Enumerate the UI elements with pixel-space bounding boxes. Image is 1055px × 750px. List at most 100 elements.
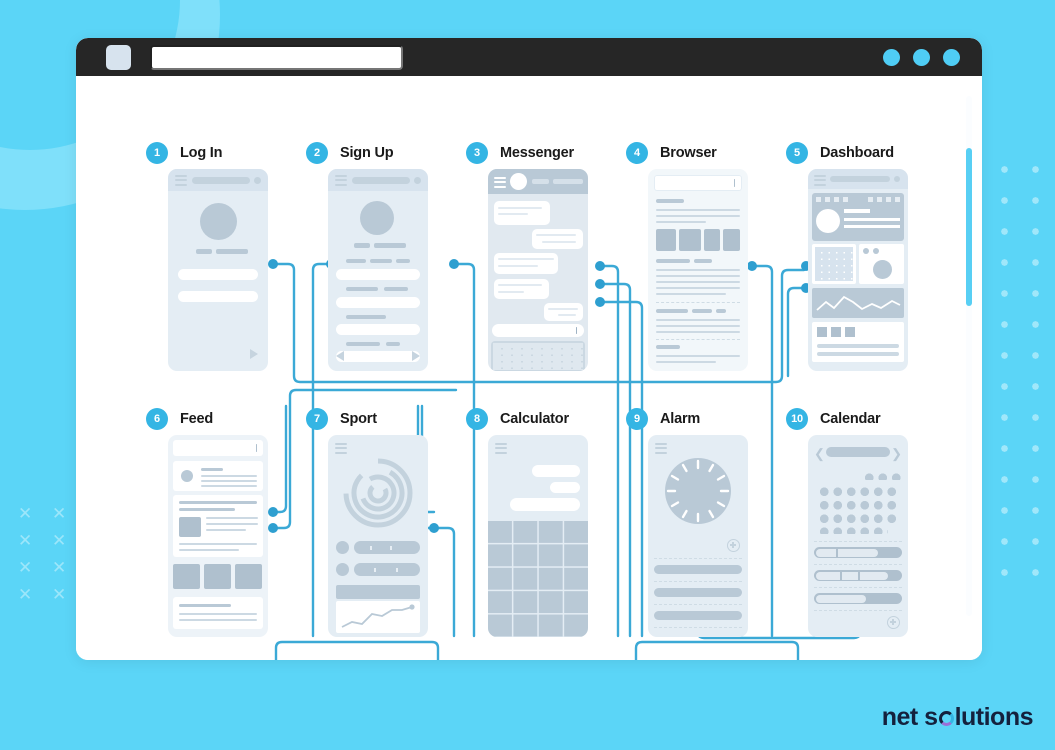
- phone-mockup-sign-up: [328, 169, 428, 371]
- screen-title: Dashboard: [820, 145, 894, 161]
- screen-badge-number: 4: [626, 142, 648, 164]
- phone-mockup-alarm: [648, 435, 748, 637]
- dashboard-grid-widget: [812, 244, 856, 284]
- month-label: [826, 447, 890, 457]
- window-control-maximize-icon[interactable]: [913, 48, 930, 66]
- screen-title: Browser: [660, 145, 717, 161]
- message-bubble-outgoing: [544, 303, 583, 321]
- next-arrow-icon[interactable]: [250, 349, 258, 359]
- screen-header: 6 Feed: [146, 407, 213, 431]
- screen-badge-number: 9: [626, 408, 648, 430]
- screen-badge-number: 7: [306, 408, 328, 430]
- activity-rings-chart: [343, 458, 413, 528]
- calc-display-result: [510, 498, 580, 511]
- screen-title: Calculator: [500, 411, 569, 427]
- screen-header: 8 Calculator: [466, 407, 569, 431]
- screen-title: Sport: [340, 411, 377, 427]
- input-field-placeholder[interactable]: [336, 351, 420, 362]
- screen-title: Messenger: [500, 145, 574, 161]
- alarm-row[interactable]: [654, 588, 742, 597]
- event-row[interactable]: [814, 570, 902, 581]
- clock-face-icon: [665, 458, 731, 524]
- screen-card-browser[interactable]: 4 Browser: [626, 141, 748, 371]
- phone-mockup-log-in: [168, 169, 268, 371]
- feed-item[interactable]: [173, 461, 263, 491]
- screen-card-dashboard[interactable]: 5 Dashboard: [786, 141, 908, 371]
- screen-badge-number: 1: [146, 142, 168, 164]
- screen-card-alarm[interactable]: 9 Alarm: [626, 407, 748, 637]
- browser-window: 1 Log In 2 Sign Up 3 Messenger 4 Browser…: [76, 38, 982, 660]
- add-alarm-button[interactable]: [727, 539, 740, 552]
- hamburger-menu-icon[interactable]: [335, 175, 347, 188]
- prev-month-icon[interactable]: ❮: [814, 447, 825, 460]
- vertical-scrollbar[interactable]: [966, 96, 972, 616]
- address-bar[interactable]: [654, 175, 742, 191]
- contact-avatar: [510, 173, 527, 190]
- alarm-row[interactable]: [654, 611, 742, 620]
- input-field-placeholder[interactable]: [178, 291, 258, 302]
- feed-gallery-row[interactable]: [173, 561, 263, 593]
- next-arrow-icon[interactable]: [412, 351, 420, 361]
- hamburger-menu-icon[interactable]: [175, 175, 187, 188]
- sport-line-chart: [336, 601, 420, 633]
- screen-card-calendar[interactable]: 10 Calendar ❮ ❯: [786, 407, 908, 637]
- screen-card-messenger[interactable]: 3 Messenger: [466, 141, 588, 371]
- window-control-close-icon[interactable]: [943, 48, 960, 66]
- keyboard[interactable]: [491, 341, 585, 371]
- window-controls: [883, 38, 960, 76]
- screen-card-log-in[interactable]: 1 Log In: [146, 141, 268, 371]
- alarm-row[interactable]: [654, 565, 742, 574]
- screen-header: 7 Sport: [306, 407, 377, 431]
- screen-card-sport[interactable]: 7 Sport: [306, 407, 428, 637]
- event-row[interactable]: [814, 593, 902, 604]
- screen-header: 5 Dashboard: [786, 141, 894, 165]
- screen-header: 1 Log In: [146, 141, 222, 165]
- message-input-field[interactable]: [492, 324, 584, 337]
- screen-header: 3 Messenger: [466, 141, 574, 165]
- page-background: ✕ ✕ ✕ ✕ ✕ ✕ ✕ ✕ 1 Log In 2 Sign Up 3 Mes…: [0, 0, 1055, 750]
- screen-title: Alarm: [660, 411, 701, 427]
- dashboard-hero-card: [812, 193, 904, 241]
- back-arrow-icon[interactable]: [336, 351, 344, 361]
- calculator-keypad[interactable]: [488, 521, 588, 637]
- screen-card-sign-up[interactable]: 2 Sign Up: [306, 141, 428, 371]
- brand-logo-text-part1: net s: [881, 703, 938, 731]
- calc-display-row: [532, 465, 580, 477]
- feed-item[interactable]: [173, 597, 263, 629]
- calendar-day-grid[interactable]: [815, 471, 901, 534]
- screen-badge-number: 6: [146, 408, 168, 430]
- input-field-placeholder[interactable]: [336, 269, 420, 280]
- add-event-button[interactable]: [887, 616, 900, 629]
- dashboard-line-chart: [812, 288, 904, 318]
- phone-mockup-calculator: [488, 435, 588, 637]
- input-field-placeholder[interactable]: [336, 297, 420, 308]
- input-field-placeholder[interactable]: [336, 324, 420, 335]
- input-field-placeholder[interactable]: [178, 269, 258, 280]
- message-bubble-incoming: [494, 279, 549, 299]
- decor-dot-grid-right: [985, 150, 1047, 590]
- feed-item[interactable]: [173, 495, 263, 557]
- message-bubble-outgoing: [532, 229, 583, 249]
- screen-header: 9 Alarm: [626, 407, 700, 431]
- brand-logo-o-mark: [938, 711, 954, 726]
- screen-card-feed[interactable]: 6 Feed: [146, 407, 268, 637]
- hamburger-menu-icon[interactable]: [494, 177, 506, 190]
- scrollbar-thumb[interactable]: [966, 148, 972, 306]
- screen-card-calculator[interactable]: 8 Calculator: [466, 407, 588, 637]
- phone-mockup-calendar: ❮ ❯: [808, 435, 908, 637]
- tab-square-icon[interactable]: [106, 44, 131, 70]
- event-row[interactable]: [814, 547, 902, 558]
- screen-badge-number: 5: [786, 142, 808, 164]
- screen-badge-number: 8: [466, 408, 488, 430]
- dashboard-chart-widget: [859, 244, 904, 284]
- address-bar-input[interactable]: [150, 44, 403, 70]
- hamburger-menu-icon[interactable]: [495, 443, 507, 456]
- screen-title: Sign Up: [340, 145, 394, 161]
- hamburger-menu-icon[interactable]: [814, 175, 826, 188]
- window-control-minimize-icon[interactable]: [883, 48, 900, 66]
- search-input[interactable]: [173, 440, 263, 456]
- next-month-icon[interactable]: ❯: [891, 447, 902, 460]
- stat-row: [354, 563, 420, 576]
- phone-mockup-messenger: [488, 169, 588, 371]
- avatar-placeholder: [360, 201, 394, 235]
